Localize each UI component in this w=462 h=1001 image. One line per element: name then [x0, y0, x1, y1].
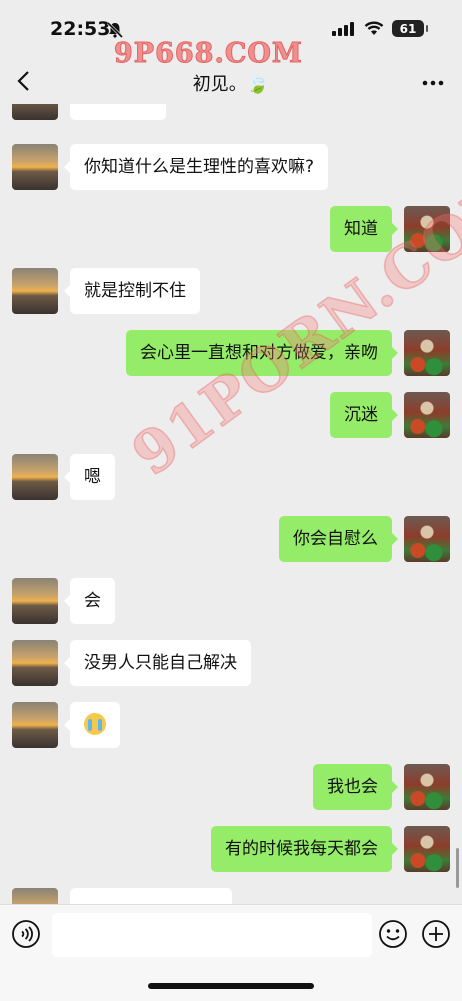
message-row: 你会自慰么 — [0, 516, 462, 562]
message-bubble[interactable]: 我也会 — [313, 764, 398, 810]
my-avatar[interactable] — [404, 516, 450, 562]
message-row: 知道 — [0, 206, 462, 252]
plus-icon[interactable] — [421, 919, 451, 949]
contact-avatar[interactable] — [12, 578, 58, 624]
message-bubble[interactable]: 你知道什么是生理性的喜欢嘛? — [63, 144, 329, 190]
status-time: 22:53 — [50, 18, 111, 40]
message-bubble[interactable]: 沉迷 — [330, 392, 398, 438]
message-bubble[interactable]: 就是控制不住 — [64, 268, 200, 314]
message-bubble[interactable]: 会 — [64, 578, 115, 624]
message-row: 就是控制不住 — [0, 268, 462, 314]
contact-avatar[interactable] — [12, 268, 58, 314]
message-row — [0, 888, 462, 904]
message-bubble[interactable]: 不可怕了 — [70, 104, 166, 120]
contact-avatar[interactable] — [12, 888, 58, 904]
battery-icon: 61 — [392, 20, 428, 37]
my-avatar[interactable] — [404, 206, 450, 252]
contact-avatar[interactable] — [12, 104, 58, 120]
emoji-icon[interactable] — [378, 919, 408, 949]
message-row: 我也会 — [0, 764, 462, 810]
voice-icon[interactable] — [11, 919, 41, 949]
scrollbar-thumb[interactable] — [456, 848, 459, 888]
message-row: 沉迷 — [0, 392, 462, 438]
battery-level: 61 — [399, 21, 417, 36]
chat-title: 初见。🍃 — [192, 74, 270, 95]
home-indicator — [148, 983, 314, 989]
contact-avatar[interactable] — [12, 454, 58, 500]
my-avatar[interactable] — [404, 392, 450, 438]
message-row — [0, 702, 462, 748]
contact-avatar[interactable] — [12, 144, 58, 190]
message-row: 有的时候我每天都会 — [0, 826, 462, 872]
message-bubble[interactable]: 有的时候我每天都会 — [211, 826, 398, 872]
wifi-icon — [364, 21, 384, 35]
more-icon[interactable] — [422, 80, 444, 86]
message-row: 不可怕了 — [0, 104, 462, 120]
emoji-message-bubble[interactable] — [64, 702, 120, 748]
crying-face-emoji — [84, 712, 106, 735]
message-input[interactable] — [52, 913, 372, 957]
status-indicators: 61 — [332, 20, 428, 37]
message-bubble[interactable]: 嗯 — [64, 454, 115, 500]
contact-avatar[interactable] — [12, 702, 58, 748]
message-row: 没男人只能自己解决 — [0, 640, 462, 686]
chat-area[interactable]: 不可怕了 你知道什么是生理性的喜欢嘛? 知道 就是控制不住 会心里一直想和对方做… — [0, 104, 462, 904]
message-row: 会心里一直想和对方做爱，亲吻 — [0, 330, 462, 376]
message-row: 会 — [0, 578, 462, 624]
message-bubble[interactable] — [70, 888, 232, 904]
message-row: 嗯 — [0, 454, 462, 500]
my-avatar[interactable] — [404, 764, 450, 810]
my-avatar[interactable] — [404, 330, 450, 376]
message-bubble[interactable]: 你会自慰么 — [279, 516, 398, 562]
contact-avatar[interactable] — [12, 640, 58, 686]
message-bubble[interactable]: 没男人只能自己解决 — [64, 640, 251, 686]
signal-icon — [332, 21, 354, 36]
nav-bar: 初见。🍃 — [0, 58, 462, 104]
bell-slash-icon — [106, 21, 124, 39]
message-row: 你知道什么是生理性的喜欢嘛? — [0, 144, 462, 190]
my-avatar[interactable] — [404, 826, 450, 872]
message-bubble[interactable]: 知道 — [330, 206, 398, 252]
message-bubble[interactable]: 会心里一直想和对方做爱，亲吻 — [126, 330, 398, 376]
